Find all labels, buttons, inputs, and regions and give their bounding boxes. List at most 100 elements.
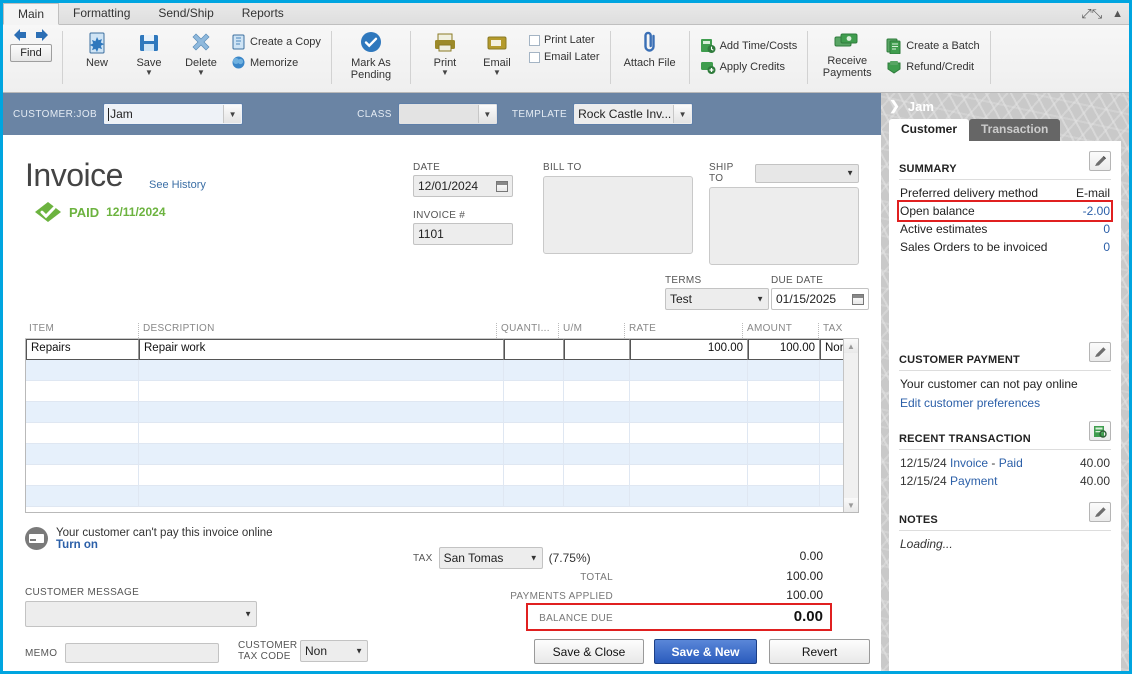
email-caret-icon[interactable]: ▼ bbox=[471, 69, 523, 77]
tab-customer[interactable]: Customer bbox=[889, 119, 970, 141]
cell-description[interactable]: Repair work bbox=[139, 339, 504, 360]
scroll-up-icon[interactable]: ▲ bbox=[844, 339, 858, 353]
save-button[interactable]: Save ▼ bbox=[123, 28, 175, 77]
memo-input[interactable] bbox=[65, 643, 220, 663]
cell-amount[interactable] bbox=[748, 465, 820, 486]
save-new-button[interactable]: Save & New bbox=[654, 639, 757, 664]
recent-transaction-row[interactable]: 12/15/24 Invoice - Paid 40.00 bbox=[899, 454, 1111, 472]
save-caret-icon[interactable]: ▼ bbox=[123, 69, 175, 77]
tax-dropdown[interactable]: San Tomas ▼ bbox=[438, 547, 543, 569]
save-close-button[interactable]: Save & Close bbox=[534, 639, 644, 664]
cell-amount[interactable] bbox=[748, 402, 820, 423]
cell-quantity[interactable] bbox=[504, 381, 564, 402]
new-button[interactable]: New bbox=[71, 28, 123, 69]
cell-item[interactable] bbox=[26, 486, 139, 507]
add-time-costs-button[interactable]: Add Time/Costs bbox=[700, 38, 797, 54]
cell-item[interactable]: Repairs bbox=[26, 339, 139, 360]
table-row-empty[interactable] bbox=[26, 444, 858, 465]
ship-to-input[interactable] bbox=[709, 187, 859, 265]
cell-item[interactable] bbox=[26, 360, 139, 381]
tab-main[interactable]: Main bbox=[3, 3, 60, 25]
template-input[interactable]: Rock Castle Inv... ▼ bbox=[573, 103, 694, 125]
cell-um[interactable] bbox=[564, 486, 630, 507]
table-row-empty[interactable] bbox=[26, 402, 858, 423]
print-caret-icon[interactable]: ▼ bbox=[419, 69, 471, 77]
edit-customer-payment-button[interactable] bbox=[1089, 342, 1111, 362]
tab-transaction[interactable]: Transaction bbox=[969, 119, 1061, 141]
cell-description[interactable] bbox=[139, 486, 504, 507]
print-later-checkbox-box[interactable] bbox=[528, 34, 540, 46]
recent-transaction-type[interactable]: Payment bbox=[950, 474, 997, 488]
cell-um[interactable] bbox=[564, 360, 630, 381]
cell-um[interactable] bbox=[564, 402, 630, 423]
edit-notes-button[interactable] bbox=[1089, 502, 1111, 522]
recent-transaction-icon[interactable] bbox=[1089, 421, 1111, 441]
cell-rate[interactable] bbox=[630, 465, 748, 486]
cell-um[interactable] bbox=[564, 465, 630, 486]
cell-quantity[interactable] bbox=[504, 444, 564, 465]
create-a-copy-button[interactable]: Create a Copy bbox=[231, 34, 321, 50]
table-row-empty[interactable] bbox=[26, 486, 858, 507]
cell-amount[interactable]: 100.00 bbox=[748, 339, 820, 360]
table-row-empty[interactable] bbox=[26, 381, 858, 402]
due-date-input[interactable]: 01/15/2025 bbox=[771, 288, 869, 310]
template-dropdown-icon[interactable]: ▼ bbox=[673, 105, 692, 123]
cell-quantity[interactable] bbox=[504, 360, 564, 381]
edit-customer-preferences-link[interactable]: Edit customer preferences bbox=[899, 393, 1111, 413]
memorize-button[interactable]: Memorize bbox=[231, 55, 321, 71]
email-later-checkbox[interactable]: Email Later bbox=[528, 51, 600, 63]
cell-amount[interactable] bbox=[748, 486, 820, 507]
customer-job-dropdown-icon[interactable]: ▼ bbox=[223, 105, 242, 123]
ship-to-dropdown[interactable]: ▼ bbox=[755, 163, 859, 183]
cell-item[interactable] bbox=[26, 381, 139, 402]
cell-amount[interactable] bbox=[748, 381, 820, 402]
expand-icon[interactable]: ⤢⤡ bbox=[1081, 5, 1102, 23]
cell-quantity[interactable] bbox=[504, 339, 564, 360]
date-input[interactable]: 12/01/2024 bbox=[413, 175, 513, 197]
receive-payments-button[interactable]: Receive Payments bbox=[816, 28, 878, 79]
customer-job-input[interactable]: Jam ▼ bbox=[103, 103, 244, 125]
edit-summary-button[interactable] bbox=[1089, 151, 1111, 171]
cell-um[interactable] bbox=[564, 423, 630, 444]
chevron-up-icon[interactable]: ▲ bbox=[1112, 5, 1123, 23]
cell-quantity[interactable] bbox=[504, 402, 564, 423]
tab-reports[interactable]: Reports bbox=[228, 3, 298, 25]
calendar-icon[interactable] bbox=[496, 180, 508, 192]
cell-amount[interactable] bbox=[748, 360, 820, 381]
attach-file-button[interactable]: Attach File bbox=[619, 28, 681, 69]
table-row[interactable]: Repairs Repair work 100.00 100.00 Non bbox=[26, 339, 858, 360]
invoice-number-input[interactable]: 1101 bbox=[413, 223, 513, 245]
tab-formatting[interactable]: Formatting bbox=[59, 3, 144, 25]
cell-rate[interactable] bbox=[630, 444, 748, 465]
tab-send-ship[interactable]: Send/Ship bbox=[144, 3, 227, 25]
email-later-checkbox-box[interactable] bbox=[528, 51, 540, 63]
mark-as-pending-button[interactable]: Mark As Pending bbox=[340, 28, 402, 81]
scroll-down-icon[interactable]: ▼ bbox=[844, 498, 858, 512]
delete-caret-icon[interactable]: ▼ bbox=[175, 69, 227, 77]
cell-description[interactable] bbox=[139, 381, 504, 402]
cell-rate[interactable] bbox=[630, 402, 748, 423]
cell-amount[interactable] bbox=[748, 423, 820, 444]
revert-button[interactable]: Revert bbox=[769, 639, 870, 664]
print-later-checkbox[interactable]: Print Later bbox=[528, 34, 600, 46]
recent-transaction-status[interactable]: Paid bbox=[999, 456, 1023, 470]
cell-rate[interactable]: 100.00 bbox=[630, 339, 748, 360]
table-row-empty[interactable] bbox=[26, 423, 858, 444]
see-history-link[interactable]: See History bbox=[149, 179, 206, 191]
cell-item[interactable] bbox=[26, 444, 139, 465]
bill-to-input[interactable] bbox=[543, 176, 693, 254]
cell-description[interactable] bbox=[139, 465, 504, 486]
cell-description[interactable] bbox=[139, 423, 504, 444]
class-input[interactable]: ▼ bbox=[397, 103, 498, 125]
calendar-icon[interactable] bbox=[852, 293, 864, 305]
delete-button[interactable]: Delete ▼ bbox=[175, 28, 227, 77]
cell-item[interactable] bbox=[26, 402, 139, 423]
cell-um[interactable] bbox=[564, 339, 630, 360]
apply-credits-button[interactable]: Apply Credits bbox=[700, 59, 798, 75]
cell-description[interactable] bbox=[139, 360, 504, 381]
create-a-batch-button[interactable]: Create a Batch bbox=[886, 38, 980, 54]
print-button[interactable]: Print ▼ bbox=[419, 28, 471, 77]
class-dropdown-icon[interactable]: ▼ bbox=[477, 105, 496, 123]
chevron-right-icon[interactable]: ❯ bbox=[889, 98, 900, 114]
cell-rate[interactable] bbox=[630, 360, 748, 381]
